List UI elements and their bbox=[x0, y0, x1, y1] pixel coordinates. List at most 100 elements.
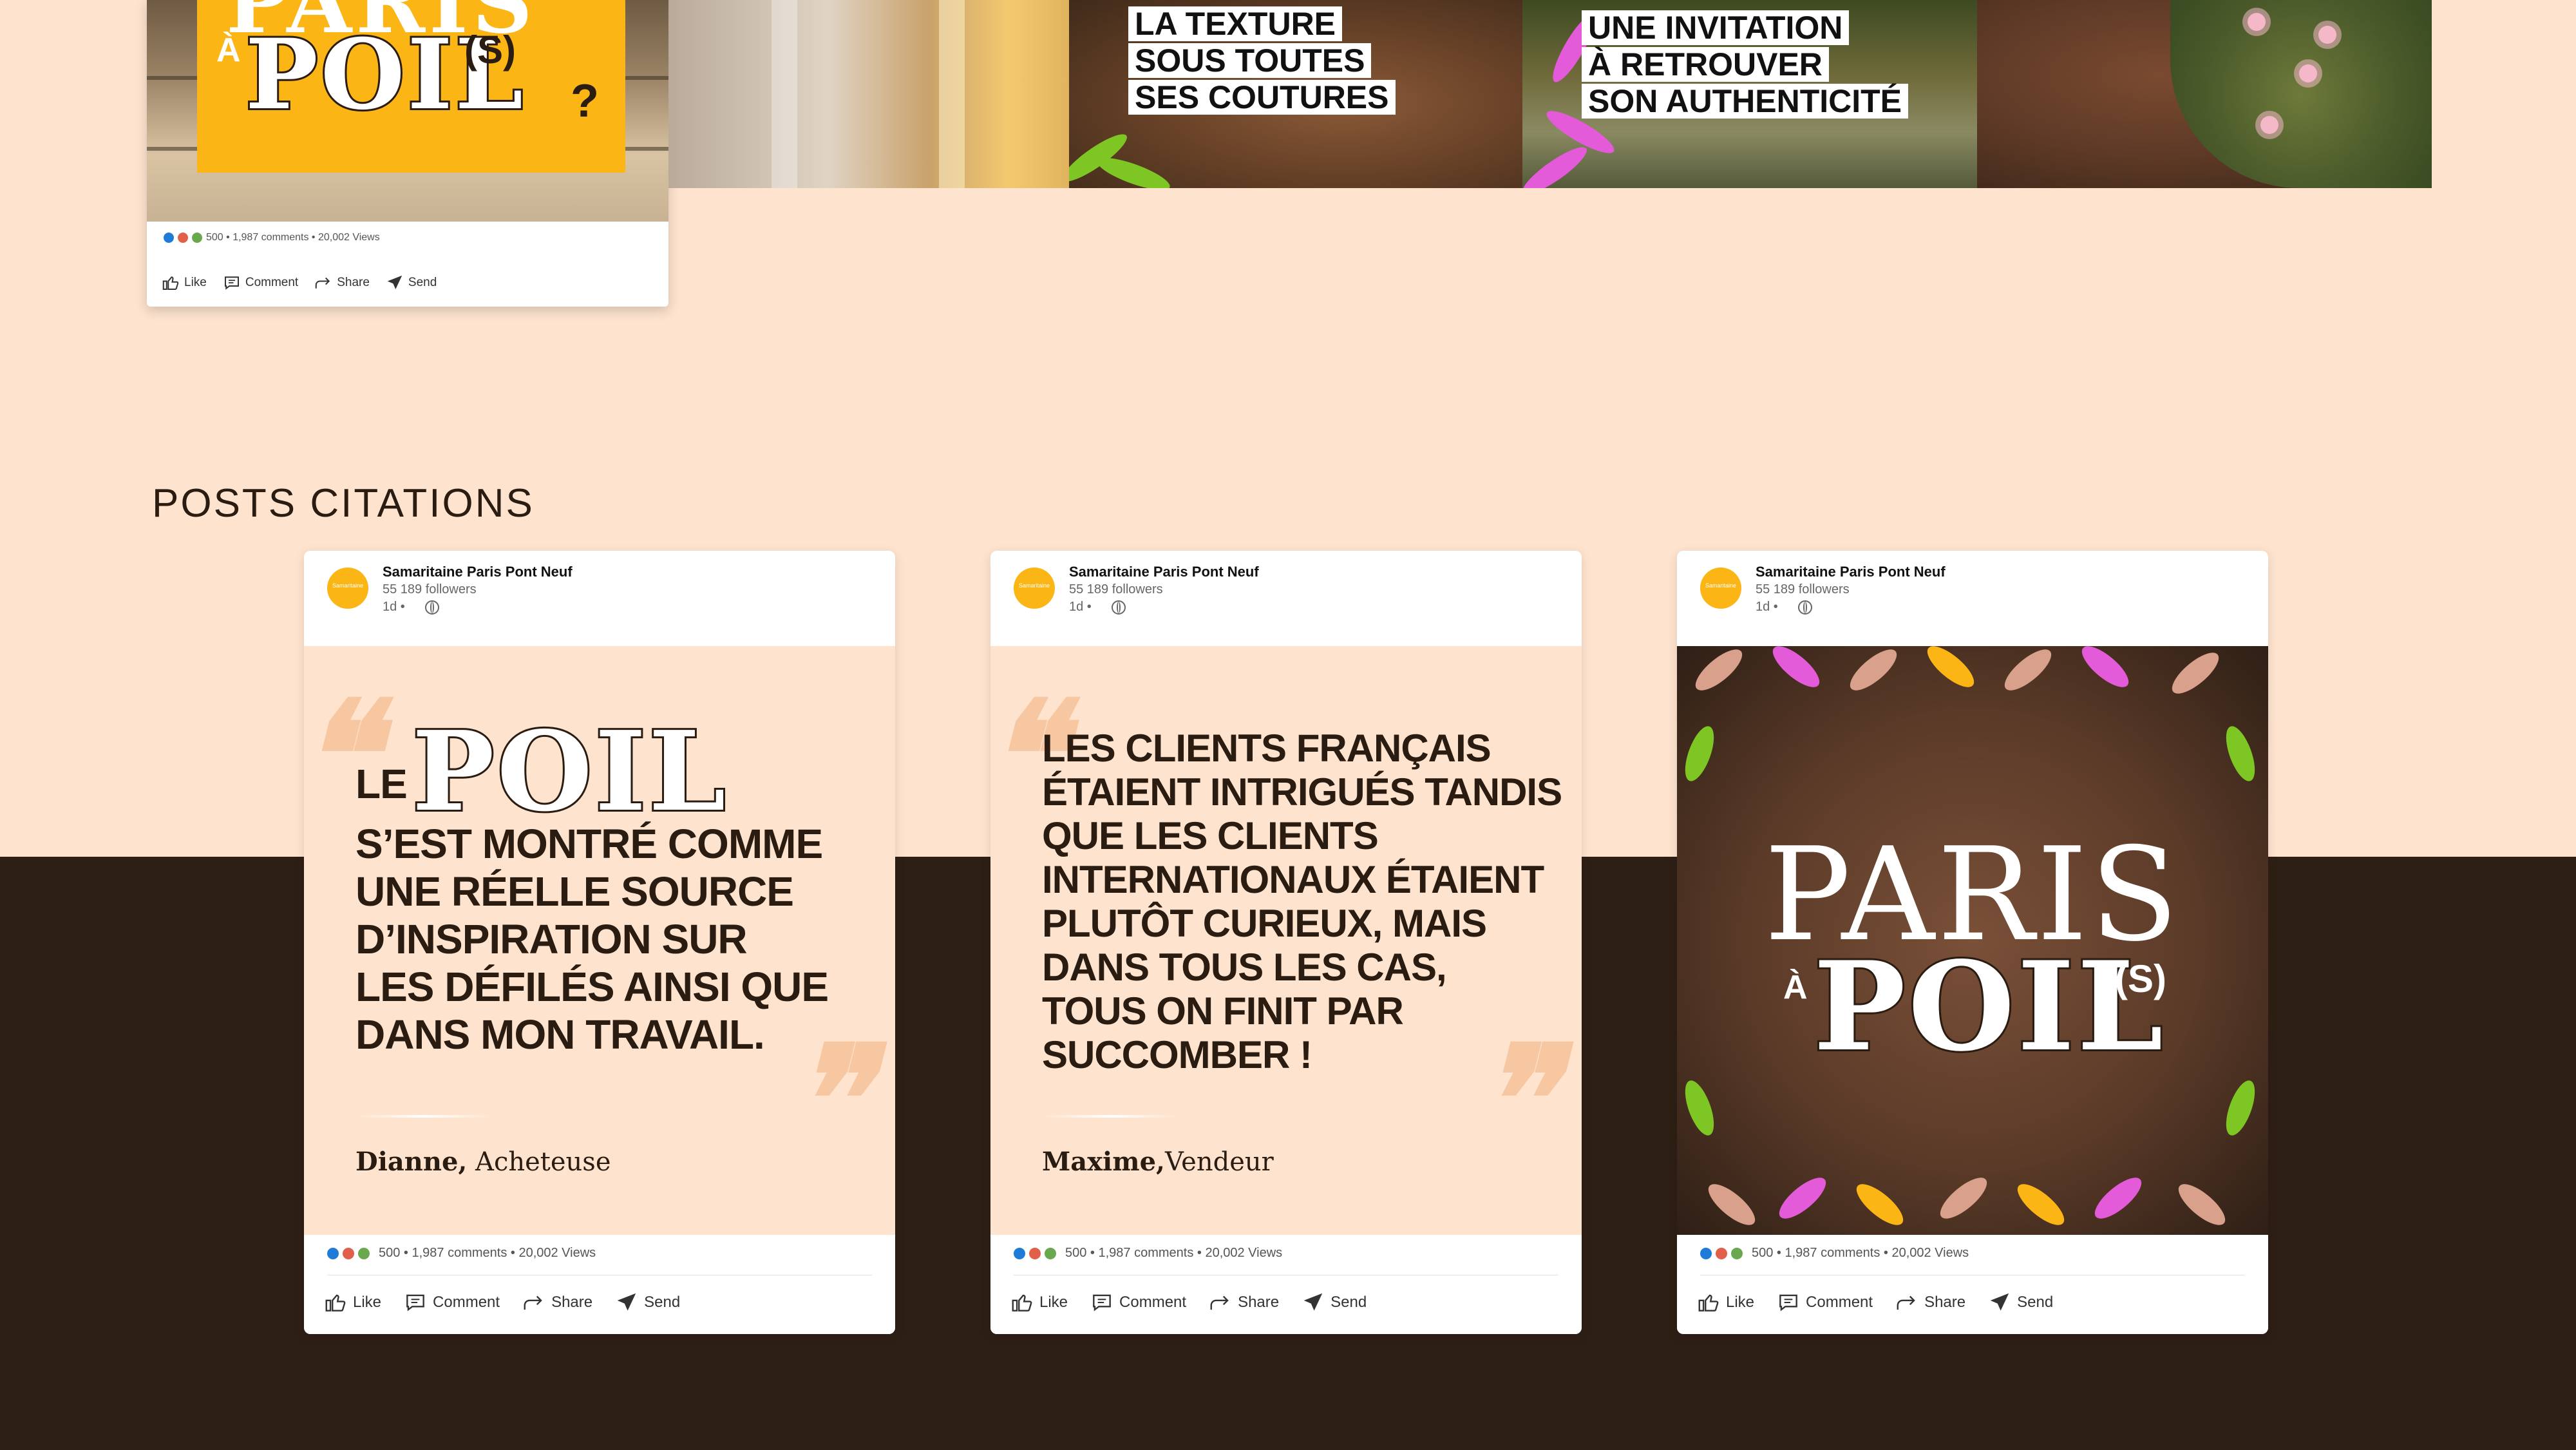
carousel-tile-authenticity[interactable]: UNE INVITATION À RETROUVER SON AUTHENTIC… bbox=[1522, 0, 1977, 188]
tile-caption: UNE INVITATION À RETROUVER SON AUTHENTIC… bbox=[1582, 10, 1909, 120]
carousel-tile-portrait[interactable] bbox=[1977, 0, 2432, 188]
comment-label: Comment bbox=[433, 1293, 500, 1311]
flower bbox=[2299, 64, 2317, 82]
comment-icon bbox=[1779, 1294, 1797, 1312]
share-button[interactable]: Share bbox=[1208, 1290, 1279, 1315]
send-icon bbox=[387, 275, 402, 289]
caption-line: SES COUTURES bbox=[1128, 80, 1396, 115]
send-button[interactable]: Send bbox=[1987, 1290, 2053, 1315]
quote-line: SUCCOMBER ! bbox=[1042, 1033, 1312, 1076]
love-reaction-icon bbox=[1716, 1247, 1727, 1259]
author-name[interactable]: Samaritaine Paris Pont Neuf bbox=[1069, 564, 1259, 580]
love-reaction-icon bbox=[343, 1247, 354, 1259]
comment-label: Comment bbox=[245, 276, 299, 289]
follower-count: 55 189 followers bbox=[383, 582, 477, 596]
ornament-leaf bbox=[1679, 1076, 1720, 1140]
ornament-leaf bbox=[1921, 646, 1980, 694]
send-label: Send bbox=[2017, 1293, 2054, 1311]
flower-sweater bbox=[2170, 0, 2432, 188]
comment-icon bbox=[406, 1294, 424, 1312]
quote-first-line: LEPOIL bbox=[355, 715, 828, 828]
caption-line: UNE INVITATION bbox=[1582, 10, 1850, 45]
ornament-leaf bbox=[2011, 1178, 2070, 1232]
comment-button[interactable]: Comment bbox=[403, 1290, 500, 1315]
share-label: Share bbox=[1238, 1293, 1280, 1311]
reaction-summary[interactable]: 500 • 1,987 comments • 20,002 Views bbox=[1700, 1246, 1969, 1261]
reaction-summary[interactable]: 500 • 1,987 comments • 20,002 Views bbox=[164, 232, 380, 243]
ornament-leaf bbox=[1702, 1178, 1761, 1232]
like-icon bbox=[1698, 1294, 1719, 1312]
share-icon bbox=[1897, 1295, 1915, 1310]
send-button[interactable]: Send bbox=[1301, 1290, 1367, 1315]
like-reaction-icon bbox=[1700, 1247, 1712, 1259]
quote-signature: Maxime,Vendeur bbox=[1042, 1147, 1274, 1177]
like-button[interactable]: Like bbox=[161, 273, 207, 292]
comment-button[interactable]: Comment bbox=[222, 273, 298, 292]
post-stats: 500 • 1,987 comments • 20,002 Views bbox=[1065, 1246, 1283, 1260]
like-reaction-icon bbox=[164, 233, 174, 243]
quote-image: ❝ ❞ LES CLIENTS FRANÇAIS ÉTAIENT INTRIGU… bbox=[990, 646, 1582, 1235]
post-stats: 500 • 1,987 comments • 20,002 Views bbox=[1752, 1246, 1969, 1260]
send-button[interactable]: Send bbox=[385, 273, 437, 292]
ornament-leaf bbox=[2220, 1076, 2261, 1140]
signature-role: Vendeur bbox=[1164, 1147, 1274, 1177]
signature-divider bbox=[355, 1115, 492, 1118]
like-label: Like bbox=[184, 276, 207, 289]
carousel-tile-store[interactable] bbox=[668, 0, 1069, 188]
poster-suffix: (S) bbox=[464, 28, 516, 72]
store-pillar bbox=[939, 0, 965, 188]
quote-line: DANS MON TRAVAIL. bbox=[355, 1011, 765, 1058]
decorative-leaf bbox=[1094, 151, 1173, 188]
author-name[interactable]: Samaritaine Paris Pont Neuf bbox=[383, 564, 573, 580]
quote-post-card[interactable]: Samaritaine Samaritaine Paris Pont Neuf … bbox=[304, 551, 895, 1334]
avatar[interactable]: Samaritaine bbox=[327, 568, 368, 609]
post-time: 1d • bbox=[1069, 600, 1092, 614]
quote-line: S’EST MONTRÉ COMME bbox=[355, 821, 823, 867]
poster-suffix: (S) bbox=[2115, 957, 2166, 1000]
ornament-leaf bbox=[1934, 1171, 1993, 1225]
send-button[interactable]: Send bbox=[614, 1290, 680, 1315]
reaction-summary[interactable]: 500 • 1,987 comments • 20,002 Views bbox=[327, 1246, 596, 1261]
carousel-tile-texture[interactable]: LA TEXTURE SOUS TOUTES SES COUTURES bbox=[1069, 0, 1522, 188]
like-button[interactable]: Like bbox=[1010, 1290, 1068, 1315]
carousel-post-card[interactable]: PARIS À POIL (S) ? 500 • 1,987 comments … bbox=[147, 0, 668, 307]
support-reaction-icon bbox=[1731, 1247, 1743, 1259]
like-icon bbox=[162, 276, 179, 290]
poster-post-card[interactable]: Samaritaine Samaritaine Paris Pont Neuf … bbox=[1677, 551, 2268, 1334]
avatar[interactable]: Samaritaine bbox=[1014, 568, 1055, 609]
share-button[interactable]: Share bbox=[1895, 1290, 1965, 1315]
post-header: Samaritaine Samaritaine Paris Pont Neuf … bbox=[1677, 551, 2268, 646]
like-button[interactable]: Like bbox=[1696, 1290, 1754, 1315]
quote-poil-word: POIL bbox=[410, 707, 728, 836]
quote-prefix: LE bbox=[355, 761, 408, 807]
comment-button[interactable]: Comment bbox=[1090, 1290, 1186, 1315]
quote-line: TOUS ON FINIT PAR bbox=[1042, 989, 1404, 1033]
ornament-leaf bbox=[1766, 646, 1826, 694]
comment-button[interactable]: Comment bbox=[1776, 1290, 1873, 1315]
ornament-leaf bbox=[2172, 1178, 2231, 1232]
share-button[interactable]: Share bbox=[314, 273, 370, 292]
send-label: Send bbox=[1331, 1293, 1367, 1311]
ornament-leaf bbox=[1844, 646, 1903, 697]
send-icon bbox=[1303, 1293, 1323, 1311]
quote-signature: Dianne, Acheteuse bbox=[355, 1147, 611, 1177]
share-button[interactable]: Share bbox=[522, 1290, 592, 1315]
reaction-summary[interactable]: 500 • 1,987 comments • 20,002 Views bbox=[1014, 1246, 1282, 1261]
avatar[interactable]: Samaritaine bbox=[1700, 568, 1741, 609]
like-button[interactable]: Like bbox=[323, 1290, 381, 1315]
share-label: Share bbox=[337, 276, 370, 289]
quote-post-card[interactable]: Samaritaine Samaritaine Paris Pont Neuf … bbox=[990, 551, 1582, 1334]
like-label: Like bbox=[1726, 1293, 1755, 1311]
quote-text: LES CLIENTS FRANÇAIS ÉTAIENT INTRIGUÉS T… bbox=[1042, 727, 1562, 1077]
ornament-leaf bbox=[2088, 1171, 2148, 1225]
author-name[interactable]: Samaritaine Paris Pont Neuf bbox=[1756, 564, 1946, 580]
ornament-leaf bbox=[1850, 1178, 1909, 1232]
post-actions: Like Comment Share Send bbox=[161, 273, 437, 292]
ornament-leaf bbox=[2076, 646, 2135, 694]
ornament-leaf bbox=[1689, 646, 1748, 697]
store-photo: PARIS À POIL (S) ? bbox=[147, 0, 668, 222]
quote-line: LES CLIENTS FRANÇAIS bbox=[1042, 727, 1492, 770]
globe-icon bbox=[1798, 600, 1812, 615]
caption-line: LA TEXTURE bbox=[1128, 6, 1343, 41]
ornament-leaf bbox=[2220, 722, 2261, 785]
